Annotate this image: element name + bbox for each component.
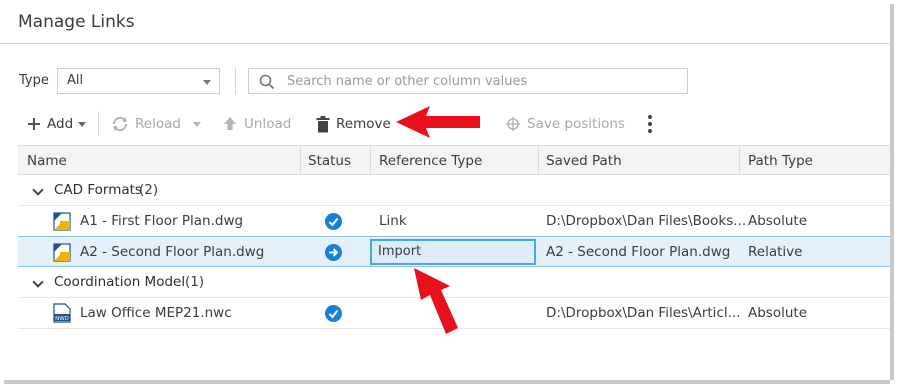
- annotation-arrow-icon: [396, 106, 480, 138]
- chevron-down-icon[interactable]: [32, 184, 44, 196]
- plus-icon: [28, 118, 40, 130]
- unload-label: Unload: [244, 116, 292, 132]
- search-input[interactable]: [287, 72, 677, 90]
- type-filter-value: All: [67, 73, 84, 88]
- table-header: Name Status Reference Type Saved Path Pa…: [18, 145, 890, 175]
- column-divider: [739, 146, 740, 174]
- status-check-icon: [325, 213, 342, 230]
- column-divider: [538, 146, 539, 174]
- filter-divider: [235, 68, 236, 94]
- save-positions-label: Save positions: [527, 116, 625, 132]
- unload-icon: [224, 117, 236, 130]
- group-name: CAD Formats: [54, 182, 142, 198]
- nwd-badge: NWD: [55, 316, 69, 322]
- type-filter-label: Type: [19, 73, 49, 88]
- column-header-status[interactable]: Status: [308, 153, 351, 169]
- file-name: A1 - First Floor Plan.dwg: [80, 213, 244, 229]
- file-name: Law Office MEP21.nwc: [80, 305, 232, 321]
- column-divider: [370, 146, 371, 174]
- status-arrow-icon: [325, 244, 342, 261]
- manage-links-dialog: Manage Links Type All Add Reload: [0, 0, 894, 384]
- column-header-reference-type[interactable]: Reference Type: [379, 153, 482, 169]
- reference-type[interactable]: Link: [379, 213, 407, 229]
- more-options-button[interactable]: [647, 112, 653, 136]
- reload-button[interactable]: Reload: [111, 112, 201, 136]
- chevron-down-icon[interactable]: [32, 276, 44, 288]
- more-vertical-icon: [648, 115, 652, 133]
- column-header-saved-path[interactable]: Saved Path: [546, 153, 622, 169]
- column-divider: [300, 146, 301, 174]
- status-check-icon: [325, 305, 342, 322]
- title-divider: [0, 43, 890, 44]
- save-positions-button[interactable]: Save positions: [505, 112, 625, 136]
- group-count: (2): [139, 182, 159, 198]
- group-count: (1): [185, 274, 205, 290]
- path-type: Absolute: [748, 213, 808, 229]
- table-row[interactable]: A1 - First Floor Plan.dwg Link D:\Dropbo…: [18, 206, 890, 237]
- saved-path: A2 - Second Floor Plan.dwg: [546, 244, 731, 260]
- column-header-path-type[interactable]: Path Type: [748, 153, 813, 169]
- annotation-arrow-icon: [414, 268, 458, 334]
- reference-type-editor[interactable]: Import: [370, 239, 536, 265]
- group-name: Coordination Model: [54, 274, 186, 290]
- remove-label: Remove: [336, 116, 391, 132]
- dialog-title: Manage Links: [18, 12, 135, 32]
- saved-path: D:\Dropbox\Dan Files\Articl...: [546, 305, 741, 321]
- trash-icon: [316, 115, 330, 132]
- search-icon: [259, 74, 275, 90]
- reload-label: Reload: [135, 116, 181, 132]
- group-row-cad-formats[interactable]: CAD Formats (2): [18, 175, 890, 206]
- search-box[interactable]: [248, 68, 688, 94]
- saved-path: D:\Dropbox\Dan Files\Books...: [546, 213, 747, 229]
- reference-type: Import: [378, 244, 422, 259]
- chevron-down-icon: [78, 121, 87, 127]
- chevron-down-icon: [192, 121, 201, 127]
- crosshair-icon: [506, 117, 520, 131]
- dwg-file-icon: [53, 243, 71, 262]
- chevron-down-icon: [203, 80, 211, 85]
- toolbar-divider: [98, 111, 99, 136]
- remove-button[interactable]: Remove: [316, 112, 391, 136]
- dwg-file-icon: [53, 212, 71, 231]
- add-button[interactable]: Add: [27, 112, 87, 136]
- add-label: Add: [47, 116, 74, 132]
- table-row-selected[interactable]: A2 - Second Floor Plan.dwg Import A2 - S…: [18, 236, 890, 267]
- column-header-name[interactable]: Name: [27, 153, 67, 169]
- type-filter-select[interactable]: All: [57, 68, 220, 94]
- path-type: Absolute: [748, 305, 808, 321]
- nwd-file-icon: NWD: [53, 303, 71, 323]
- unload-button[interactable]: Unload: [222, 112, 291, 136]
- path-type: Relative: [748, 244, 803, 260]
- file-name: A2 - Second Floor Plan.dwg: [80, 244, 265, 260]
- reload-icon: [113, 116, 127, 132]
